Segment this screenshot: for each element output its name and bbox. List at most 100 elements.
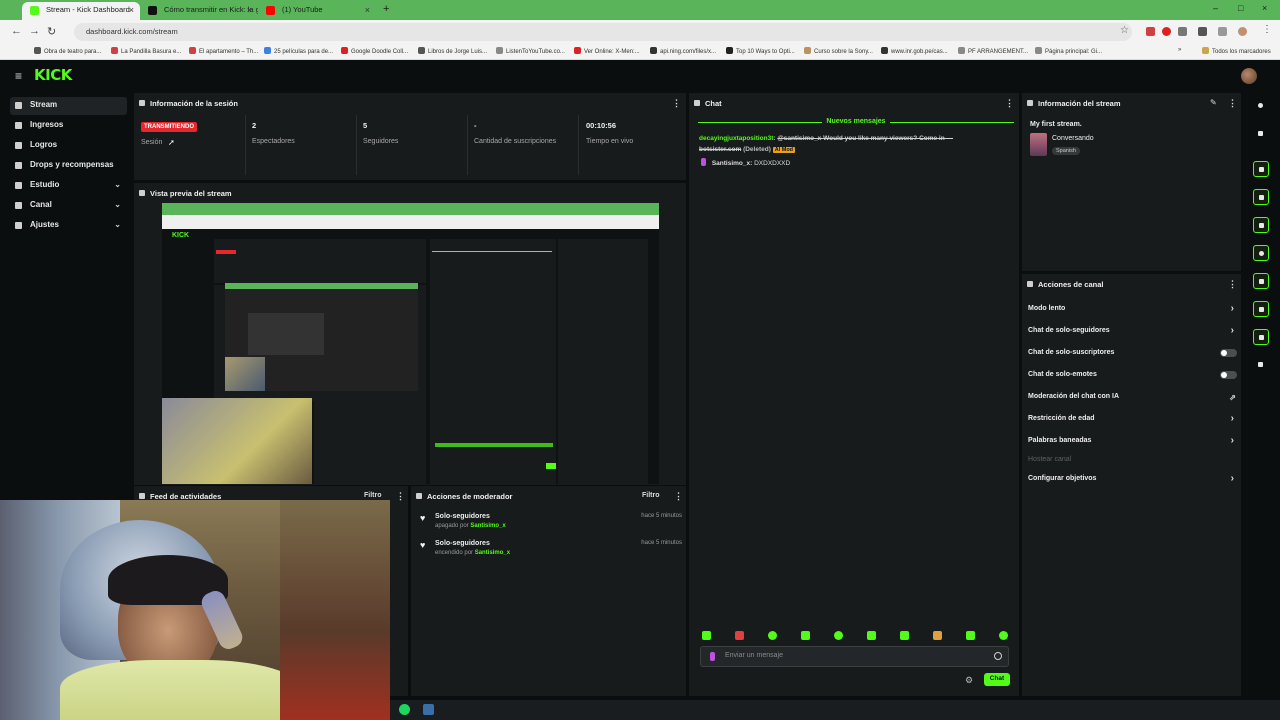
spotify-icon[interactable]	[399, 704, 410, 715]
emote-icon[interactable]	[702, 631, 711, 640]
more-options-icon[interactable]: ⋮	[396, 491, 405, 502]
new-tab-icon[interactable]: +	[383, 3, 389, 15]
panel-header: Información de la sesión	[134, 93, 686, 113]
edit-pencil-icon[interactable]: ✎	[1210, 98, 1217, 107]
extension-icon[interactable]	[1146, 27, 1155, 36]
close-tab-icon[interactable]: ×	[247, 5, 252, 15]
emote-icon[interactable]	[999, 631, 1008, 640]
bookmark-item[interactable]: Curso sobre la Sony...	[804, 47, 873, 55]
bookmark-item[interactable]: Google Doodle Coll...	[341, 47, 408, 55]
extensions-puzzle-icon[interactable]	[1198, 27, 1207, 36]
mod-username[interactable]: Santisimo_x	[470, 523, 505, 529]
emote-icon[interactable]	[867, 631, 876, 640]
sidebar-item-logros[interactable]: Logros	[10, 137, 127, 155]
extension-icon[interactable]	[1178, 27, 1187, 36]
close-window-icon[interactable]: ×	[1262, 3, 1267, 13]
emote-icon[interactable]	[768, 631, 777, 640]
bookmark-item[interactable]: Página principal: Gi...	[1035, 47, 1102, 55]
user-avatar[interactable]	[1241, 68, 1257, 84]
bookmark-item[interactable]: El apartamento – Th...	[189, 47, 258, 55]
more-options-icon[interactable]: ⋮	[1228, 98, 1237, 109]
bookmark-item[interactable]: La Pandilla Basura e...	[111, 47, 181, 55]
camera-icon[interactable]	[1253, 161, 1269, 177]
reload-icon[interactable]: ↻	[47, 25, 56, 38]
emote-icon[interactable]	[735, 631, 744, 640]
chat-settings-gear-icon[interactable]: ⚙	[965, 675, 973, 686]
emotes-only-toggle[interactable]	[1220, 371, 1237, 379]
stream-preview-video[interactable]: KICK	[162, 203, 659, 484]
filter-button[interactable]: Filtro	[364, 492, 382, 499]
emote-icon[interactable]	[801, 631, 810, 640]
bookmark-star-icon[interactable]: ☆	[1120, 25, 1129, 36]
action-slow-mode[interactable]: Modo lento ›	[1028, 303, 1238, 321]
calendar-icon[interactable]	[1253, 301, 1269, 317]
bookmark-item[interactable]: PF ARRANGEMENT...	[958, 47, 1028, 55]
chat-bubble-icon[interactable]	[1253, 245, 1269, 261]
bookmark-item[interactable]: ListenToYouTube.co...	[496, 47, 565, 55]
sidebar-item-canal[interactable]: Canal ⌄	[10, 197, 127, 215]
bookmark-item[interactable]: www.inr.gob.pe/cas...	[881, 47, 948, 55]
subscribers-only-toggle[interactable]	[1220, 349, 1237, 357]
browser-tab-guide[interactable]: Cómo transmitir en Kick: la guí ×	[140, 2, 258, 20]
more-options-icon[interactable]: ⋮	[674, 491, 683, 502]
sidebar-toggle-icon[interactable]	[1218, 27, 1227, 36]
forward-icon[interactable]: →	[29, 25, 40, 37]
sidebar-item-ajustes[interactable]: Ajustes ⌄	[10, 217, 127, 235]
achievements-icon	[15, 142, 22, 149]
action-banned-words[interactable]: Palabras baneadas ›	[1028, 435, 1238, 453]
emote-icon[interactable]	[834, 631, 843, 640]
emote-icon[interactable]	[933, 631, 942, 640]
bookmark-item[interactable]: Top 10 Ways to Opti...	[726, 47, 795, 55]
sidebar-item-drops[interactable]: Drops y recompensas	[10, 157, 127, 175]
action-ai-moderation[interactable]: Moderación del chat con IA ⇗	[1028, 393, 1238, 409]
chat-message-input[interactable]: Enviar un mensaje	[700, 646, 1009, 667]
bookmarks-overflow-icon[interactable]: »	[1178, 47, 1181, 53]
chat-username[interactable]: Santisimo_x:	[712, 160, 752, 167]
broadcast-icon[interactable]	[1253, 273, 1269, 289]
menu-hamburger-icon[interactable]: ≡	[15, 69, 22, 83]
bookmark-item[interactable]: Obra de teatro para...	[34, 47, 101, 55]
bookmark-item[interactable]: 25 películas para de...	[264, 47, 333, 55]
minimize-icon[interactable]: –	[1213, 3, 1218, 13]
url-field[interactable]: dashboard.kick.com/stream	[74, 23, 1132, 41]
bookmark-item[interactable]: Libros de Jorge Luis...	[418, 47, 487, 55]
close-tab-icon[interactable]: ×	[365, 5, 370, 15]
bookmark-item[interactable]: Ver Online: X-Men:...	[574, 47, 640, 55]
emote-icon[interactable]	[900, 631, 909, 640]
browser-tab-youtube[interactable]: (1) YouTube ×	[258, 2, 376, 20]
book-icon[interactable]	[1253, 217, 1269, 233]
bookmark-item[interactable]: api.ning.com/files/x...	[650, 47, 716, 55]
lightning-icon[interactable]	[1253, 189, 1269, 205]
sidebar-item-estudio[interactable]: Estudio ⌄	[10, 177, 127, 195]
chat-send-button[interactable]: Chat	[984, 673, 1010, 686]
back-icon[interactable]: ←	[11, 25, 22, 37]
more-options-icon[interactable]: ⋮	[1005, 98, 1014, 109]
all-bookmarks-folder[interactable]: Todos los marcadores	[1202, 47, 1271, 55]
os-taskbar	[390, 700, 1280, 720]
browser-menu-icon[interactable]: ⋮	[1262, 24, 1272, 35]
filter-button[interactable]: Filtro	[642, 492, 660, 499]
profile-icon[interactable]	[1238, 27, 1247, 36]
more-options-icon[interactable]: ⋮	[1228, 279, 1237, 290]
browser-tab-kick-dashboard[interactable]: Stream - Kick Dashboard ×	[22, 2, 140, 20]
sidebar-item-ingresos[interactable]: Ingresos	[10, 117, 127, 135]
action-configure-goals[interactable]: Configurar objetivos ›	[1028, 473, 1238, 491]
action-age-restriction[interactable]: Restricción de edad ›	[1028, 413, 1238, 431]
emote-icon[interactable]	[966, 631, 975, 640]
record-extension-icon[interactable]	[1162, 27, 1171, 36]
mod-username[interactable]: Santisimo_x	[475, 550, 510, 556]
plug-icon[interactable]	[1253, 357, 1269, 373]
steam-icon[interactable]	[423, 704, 434, 715]
close-tab-icon[interactable]: ×	[129, 5, 134, 15]
wrench-icon[interactable]	[1253, 329, 1269, 345]
edit-icon[interactable]	[1253, 126, 1269, 142]
sidebar-item-stream[interactable]: Stream	[10, 97, 127, 115]
emoji-picker-icon[interactable]	[994, 652, 1002, 660]
stream-category[interactable]: Conversando	[1052, 135, 1094, 142]
maximize-icon[interactable]: □	[1238, 3, 1243, 13]
action-followers-only[interactable]: Chat de solo-seguidores ›	[1028, 325, 1238, 343]
chat-username[interactable]: decayingjuxtaposition3t:	[699, 135, 776, 142]
info-icon[interactable]	[1253, 98, 1269, 114]
more-options-icon[interactable]: ⋮	[672, 98, 681, 109]
kick-logo[interactable]: KICK	[34, 66, 72, 84]
